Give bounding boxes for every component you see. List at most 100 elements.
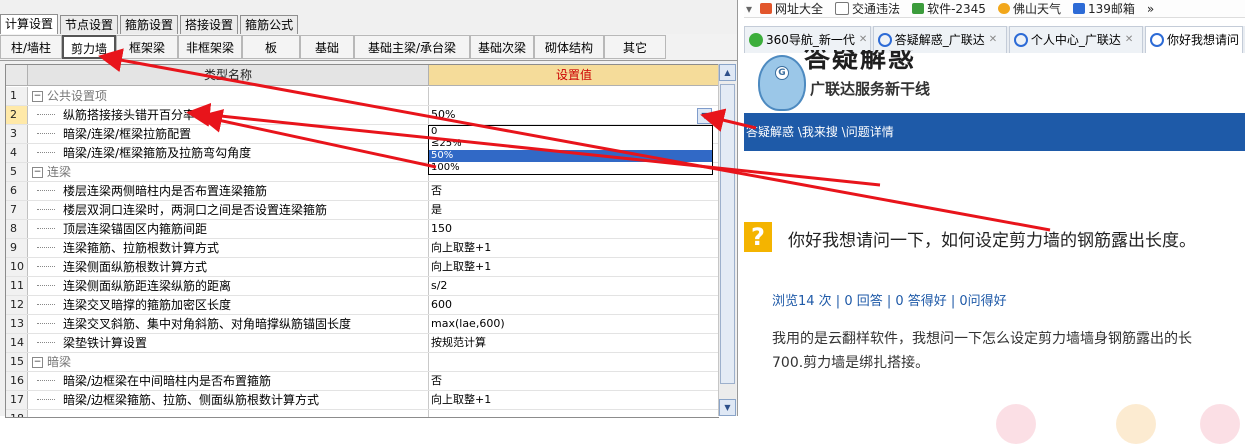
setting-value-cell[interactable]: max(lae,600) <box>429 315 719 333</box>
collapse-icon[interactable]: − <box>32 357 43 368</box>
setting-label: 公共设置项 <box>47 89 108 103</box>
dropdown-option-25[interactable]: ≤25% <box>429 138 712 150</box>
dropdown-option-100[interactable]: 100% <box>429 162 712 174</box>
bookmark-traffic[interactable]: 交通违法 <box>835 0 900 17</box>
setting-label: 连梁交叉斜筋、集中对角斜筋、对角暗撑纵筋锚固长度 <box>63 317 352 331</box>
setting-label: 楼层双洞口连梁时，两洞口之间是否设置连梁箍筋 <box>63 203 328 217</box>
setting-label: 暗梁/连梁/框梁拉筋配置 <box>63 127 192 141</box>
setting-value-cell[interactable]: 否 <box>429 372 719 390</box>
table-row[interactable]: 18 <box>6 410 719 417</box>
setting-name-cell: 连梁交叉暗撑的箍筋加密区长度 <box>28 296 429 314</box>
scroll-up-icon[interactable]: ▲ <box>719 64 736 81</box>
setting-name-cell: 连梁交叉斜筋、集中对角斜筋、对角暗撑纵筋锚固长度 <box>28 315 429 333</box>
setting-name-cell: 楼层双洞口连梁时，两洞口之间是否设置连梁箍筋 <box>28 201 429 219</box>
bookmark-software[interactable]: 软件-2345 <box>912 0 986 17</box>
table-row[interactable]: 10 连梁侧面纵筋根数计算方式 向上取整+1 <box>6 258 719 277</box>
table-row[interactable]: 13 连梁交叉斜筋、集中对角斜筋、对角暗撑纵筋锚固长度 max(lae,600) <box>6 315 719 334</box>
table-row[interactable]: 11 连梁侧面纵筋距连梁纵筋的距离 s/2 <box>6 277 719 296</box>
bookmark-chevron-icon[interactable]: ▾ <box>746 2 752 16</box>
collapse-icon[interactable]: − <box>32 91 43 102</box>
bookmark-site-nav[interactable]: 网址大全 <box>760 0 823 17</box>
table-row[interactable]: 7 楼层双洞口连梁时，两洞口之间是否设置连梁箍筋 是 <box>6 201 719 220</box>
setting-name-cell: 暗梁/连梁/框梁箍筋及拉筋弯勾角度 <box>28 144 429 162</box>
setting-label: 暗梁/边框梁箍筋、拉筋、侧面纵筋根数计算方式 <box>63 393 320 407</box>
setting-value-cell[interactable]: 向上取整+1 <box>429 391 719 409</box>
row-number: 6 <box>6 182 28 200</box>
subtab-shear-wall[interactable]: 剪力墙 <box>62 35 116 59</box>
setting-value-cell[interactable]: 按规范计算 <box>429 334 719 352</box>
subtab-other[interactable]: 其它 <box>604 35 666 59</box>
tree-line <box>37 201 55 210</box>
setting-value-cell[interactable]: 向上取整+1 <box>429 258 719 276</box>
table-row[interactable]: 15− 暗梁 <box>6 353 719 372</box>
grid-scrollbar[interactable]: ▲ ▼ <box>718 64 736 416</box>
scroll-down-icon[interactable]: ▼ <box>719 399 736 416</box>
close-icon[interactable]: ✕ <box>1125 27 1133 53</box>
row-number: 11 <box>6 277 28 295</box>
bookmark-more[interactable]: » <box>1147 2 1154 16</box>
setting-name-cell: 连梁侧面纵筋距连梁纵筋的距离 <box>28 277 429 295</box>
sub-tabs: 柱/墙柱 剪力墙 框架梁 非框架梁 板 基础 基础主梁/承台梁 基础次梁 砌体结… <box>0 34 737 61</box>
subtab-foundation-secondary-beam[interactable]: 基础次梁 <box>470 35 534 59</box>
row-number: 17 <box>6 391 28 409</box>
setting-name-cell: 梁垫铁计算设置 <box>28 334 429 352</box>
tab-stirrup-formula[interactable]: 箍筋公式 <box>240 15 299 34</box>
tree-line <box>37 296 55 305</box>
table-row[interactable]: 17 暗梁/边框梁箍筋、拉筋、侧面纵筋根数计算方式 向上取整+1 <box>6 391 719 410</box>
close-icon[interactable]: ✕ <box>989 27 997 53</box>
browser-tab-qa[interactable]: 答疑解惑_广联达 ✕ <box>872 26 1007 53</box>
subtab-nonframe-beam[interactable]: 非框架梁 <box>178 35 242 59</box>
table-row[interactable]: 12 连梁交叉暗撑的箍筋加密区长度 600 <box>6 296 719 315</box>
bookmark-weather[interactable]: 佛山天气 <box>997 0 1061 17</box>
table-row[interactable]: 9 连梁箍筋、拉筋根数计算方式 向上取整+1 <box>6 239 719 258</box>
dropdown-arrow-icon[interactable]: ▼ <box>697 108 712 124</box>
browser-tab-360[interactable]: 360导航_新一代 ✕ <box>744 26 871 53</box>
scroll-thumb[interactable] <box>720 84 735 384</box>
dropdown-list[interactable]: 0 ≤25% 50% 100% <box>428 125 713 175</box>
subtab-frame-beam[interactable]: 框架梁 <box>116 35 178 59</box>
subtab-foundation[interactable]: 基础 <box>300 35 354 59</box>
setting-value-cell[interactable]: 600 <box>429 296 719 314</box>
table-row[interactable]: 6 楼层连梁两侧暗柱内是否布置连梁箍筋 否 <box>6 182 719 201</box>
setting-label: 连梁箍筋、拉筋根数计算方式 <box>63 241 220 255</box>
group-header-cell: − 暗梁 <box>28 353 429 371</box>
table-row[interactable]: 2 纵筋搭接接头错开百分率 50% <box>6 106 719 125</box>
bookmark-mail[interactable]: 139邮箱 <box>1072 0 1135 17</box>
tab-node-settings[interactable]: 节点设置 <box>60 15 119 34</box>
collapse-icon[interactable]: − <box>32 167 43 178</box>
setting-label: 顶层连梁锚固区内箍筋间距 <box>63 222 208 236</box>
dropdown-option-50[interactable]: 50% <box>429 150 712 162</box>
subtab-column[interactable]: 柱/墙柱 <box>0 35 62 59</box>
header-rownum <box>6 65 28 86</box>
table-row[interactable]: 1− 公共设置项 <box>6 87 719 106</box>
browser-tab-question[interactable]: 你好我想请问 <box>1145 26 1243 53</box>
table-row[interactable]: 14 梁垫铁计算设置 按规范计算 <box>6 334 719 353</box>
setting-value-cell[interactable]: 150 <box>429 220 719 238</box>
setting-value-cell[interactable] <box>429 410 719 417</box>
dropdown-option-0[interactable]: 0 <box>429 126 712 138</box>
tab-stirrup-settings[interactable]: 箍筋设置 <box>120 15 179 34</box>
setting-value-cell[interactable]: 向上取整+1 <box>429 239 719 257</box>
setting-value-cell[interactable]: 是 <box>429 201 719 219</box>
tree-line <box>37 239 55 248</box>
breadcrumb[interactable]: 答疑解惑 \我来搜 \问题详情 <box>744 113 1245 151</box>
grid-header: 类型名称 设置值 <box>6 65 719 86</box>
subtab-foundation-main-beam[interactable]: 基础主梁/承台梁 <box>354 35 470 59</box>
tab-calc-settings[interactable]: 计算设置 <box>0 14 59 35</box>
tab-lap-settings[interactable]: 搭接设置 <box>180 15 239 34</box>
setting-value-cell <box>429 87 719 105</box>
question-body-line: 我用的是云翻样软件，我想问一下怎么设定剪力墙墙身钢筋露出的长 <box>772 331 1192 347</box>
table-row[interactable]: 16 暗梁/边框梁在中间暗柱内是否布置箍筋 否 <box>6 372 719 391</box>
setting-value-cell[interactable]: 50% <box>429 106 719 124</box>
setting-value-cell[interactable]: s/2 <box>429 277 719 295</box>
subtab-slab[interactable]: 板 <box>242 35 300 59</box>
browser-tab-profile[interactable]: 个人中心_广联达 ✕ <box>1008 26 1143 53</box>
question-body: 我用的是云翻样软件，我想问一下怎么设定剪力墙墙身钢筋露出的长 700.剪力墙是绑… <box>772 327 1245 375</box>
table-row[interactable]: 8 顶层连梁锚固区内箍筋间距 150 <box>6 220 719 239</box>
setting-value-cell[interactable]: 否 <box>429 182 719 200</box>
subtab-masonry[interactable]: 砌体结构 <box>534 35 604 59</box>
setting-name-cell <box>28 410 429 417</box>
setting-label: 连梁侧面纵筋距连梁纵筋的距离 <box>63 279 232 293</box>
decoration-circle <box>1200 404 1240 444</box>
tree-line <box>37 182 55 191</box>
